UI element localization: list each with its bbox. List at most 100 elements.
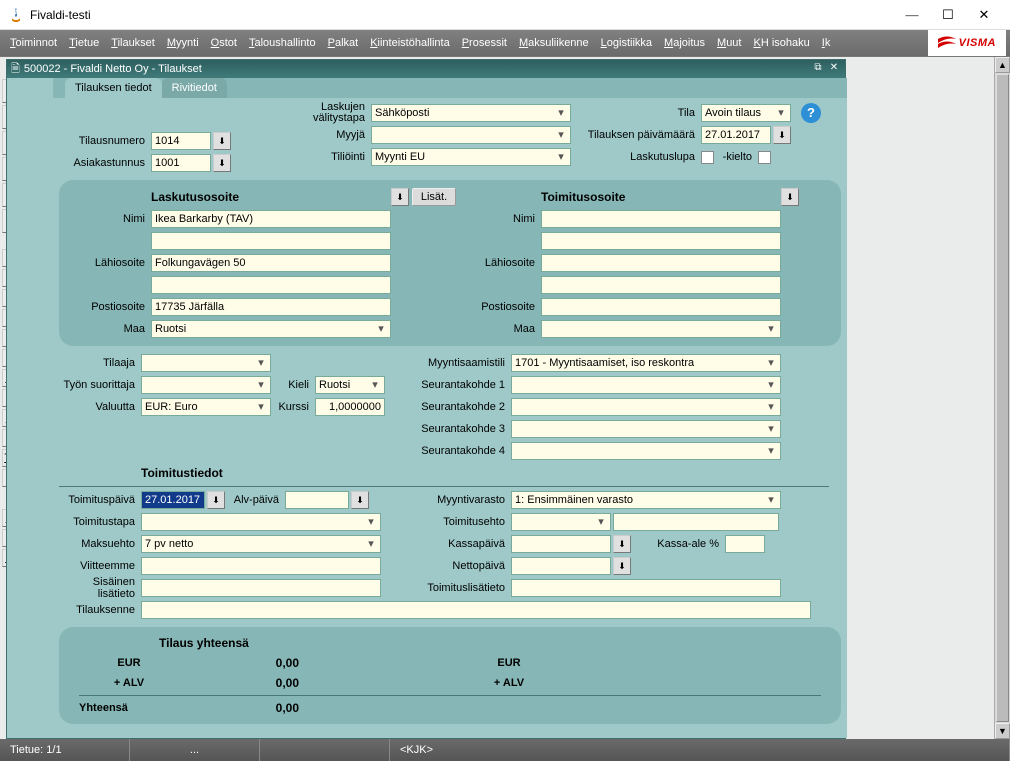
sk1-dropdown[interactable] [511, 376, 781, 394]
tyonsuorittaja-dropdown[interactable] [141, 376, 271, 394]
sum-alv-label: + ALV [79, 677, 179, 689]
toimitusehto-field[interactable] [613, 513, 779, 531]
menu-item[interactable]: Tietue [63, 37, 105, 49]
myyntisaamistili-dropdown[interactable]: 1701 - Myyntisaamiset, iso reskontra [511, 354, 781, 372]
toimituspaiva-lookup[interactable]: ⬇ [207, 491, 225, 509]
toimituslisatieto-field[interactable] [511, 579, 781, 597]
ship-lahiosoite2-field[interactable] [541, 276, 781, 294]
menu-item[interactable]: Prosessit [456, 37, 513, 49]
paivamaara-field[interactable]: 27.01.2017 [701, 126, 771, 144]
window-minimize[interactable]: — [894, 1, 930, 29]
menu-item[interactable]: Tilaukset [105, 37, 161, 49]
tiliointi-dropdown[interactable]: Myynti EU [371, 148, 571, 166]
alvpaiva-lookup[interactable]: ⬇ [351, 491, 369, 509]
asiakastunnus-field[interactable]: 1001 [151, 154, 211, 172]
nettopaiva-field[interactable] [511, 557, 611, 575]
valuutta-dropdown[interactable]: EUR: Euro [141, 398, 271, 416]
menu-item[interactable]: Ostot [205, 37, 243, 49]
toimituspaiva-field[interactable]: 27.01.2017 [141, 491, 205, 509]
status-record: Tietue: 1/1 [0, 739, 130, 761]
status-mid: ... [130, 739, 260, 761]
sk3-label: Seurantakohde 3 [409, 423, 509, 435]
bill-lahiosoite-field[interactable]: Folkungavägen 50 [151, 254, 391, 272]
sk4-label: Seurantakohde 4 [409, 445, 509, 457]
ship-nimi2-field[interactable] [541, 232, 781, 250]
tilausnumero-field[interactable]: 1014 [151, 132, 211, 150]
scroll-up-arrow[interactable]: ▲ [995, 57, 1010, 73]
ship-postiosoite-label: Postiosoite [459, 301, 539, 313]
menu-item[interactable]: Palkat [322, 37, 365, 49]
workspace: 💾 ⟸ ⟹ ◀ 🔍 ✚ LaskuKuittiLäheteTilvahvOsta… [0, 56, 1010, 739]
kielto-checkbox[interactable] [758, 151, 771, 164]
laskutuslupa-checkbox[interactable] [701, 151, 714, 164]
sk3-dropdown[interactable] [511, 420, 781, 438]
internal-close[interactable]: ✕ [827, 62, 841, 76]
scroll-thumb[interactable] [996, 74, 1009, 722]
kassaale-field[interactable] [725, 535, 765, 553]
scroll-down-arrow[interactable]: ▼ [995, 723, 1010, 739]
window-close[interactable]: ✕ [966, 1, 1002, 29]
kassapaiva-lookup[interactable]: ⬇ [613, 535, 631, 553]
sk2-dropdown[interactable] [511, 398, 781, 416]
tab-tilauksen-tiedot[interactable]: Tilauksen tiedot [65, 78, 162, 98]
tab-rivitiedot[interactable]: Rivitiedot [162, 78, 227, 98]
nettopaiva-lookup[interactable]: ⬇ [613, 557, 631, 575]
ship-lahiosoite-label: Lähiosoite [459, 257, 539, 269]
ship-nimi-field[interactable] [541, 210, 781, 228]
bill-nimi-label: Nimi [69, 213, 149, 225]
help-icon[interactable]: ? [801, 103, 821, 123]
java-icon [8, 7, 24, 23]
toimitusehto-dropdown[interactable] [511, 513, 611, 531]
menu-item[interactable]: Logistiikka [595, 37, 658, 49]
menu-item[interactable]: KH isohaku [747, 37, 815, 49]
menu-item[interactable]: Taloushallinto [243, 37, 322, 49]
bill-nimi-field[interactable]: Ikea Barkarby (TAV) [151, 210, 391, 228]
myyja-dropdown[interactable] [371, 126, 571, 144]
menu-item[interactable]: Maksuliikenne [513, 37, 595, 49]
tila-dropdown[interactable]: Avoin tilaus [701, 104, 791, 122]
menu-item[interactable]: Majoitus [658, 37, 711, 49]
viitteemme-label: Viitteemme [59, 560, 139, 572]
lisat-button[interactable]: Lisät. [412, 188, 456, 206]
ship-postiosoite-field[interactable] [541, 298, 781, 316]
sisainen-field[interactable] [141, 579, 381, 597]
viitteemme-field[interactable] [141, 557, 381, 575]
sum-eur-val: 0,00 [179, 656, 299, 670]
menu-item[interactable]: Muut [711, 37, 747, 49]
sk4-dropdown[interactable] [511, 442, 781, 460]
toimitustapa-dropdown[interactable] [141, 513, 381, 531]
ship-lahiosoite-field[interactable] [541, 254, 781, 272]
ship-maa-dropdown[interactable] [541, 320, 781, 338]
alvpaiva-field[interactable] [285, 491, 349, 509]
myyntivarasto-label: Myyntivarasto [409, 494, 509, 506]
bill-maa-label: Maa [69, 323, 149, 335]
internal-window-titlebar: 🗎 500022 - Fivaldi Netto Oy - Tilaukset … [7, 60, 845, 78]
toimitusosoite-expand[interactable]: ⬇ [781, 188, 799, 206]
ship-maa-label: Maa [459, 323, 539, 335]
maksuehto-dropdown[interactable]: 7 pv netto [141, 535, 381, 553]
menu-item[interactable]: Kiinteistöhallinta [364, 37, 456, 49]
laskutusosoite-expand[interactable]: ⬇ [391, 188, 409, 206]
menu-bar: ToiminnotTietueTilauksetMyyntiOstotTalou… [0, 30, 1010, 56]
ship-nimi-label: Nimi [459, 213, 539, 225]
kieli-dropdown[interactable]: Ruotsi [315, 376, 385, 394]
bill-nimi2-field[interactable] [151, 232, 391, 250]
menu-item[interactable]: Ik [816, 37, 837, 49]
tilaaja-dropdown[interactable] [141, 354, 271, 372]
tilausnumero-lookup[interactable]: ⬇ [213, 132, 231, 150]
paivamaara-lookup[interactable]: ⬇ [773, 126, 791, 144]
valitystapa-dropdown[interactable]: Sähköposti [371, 104, 571, 122]
tilauksenne-field[interactable] [141, 601, 811, 619]
menu-item[interactable]: Toiminnot [4, 37, 63, 49]
asiakastunnus-lookup[interactable]: ⬇ [213, 154, 231, 172]
myyntivarasto-dropdown[interactable]: 1: Ensimmäinen varasto [511, 491, 781, 509]
bill-lahiosoite2-field[interactable] [151, 276, 391, 294]
menu-item[interactable]: Myynti [161, 37, 205, 49]
window-maximize[interactable]: ☐ [930, 1, 966, 29]
kassapaiva-field[interactable] [511, 535, 611, 553]
bill-maa-dropdown[interactable]: Ruotsi [151, 320, 391, 338]
internal-restore[interactable]: ⧉ [811, 62, 825, 76]
vertical-scrollbar[interactable]: ▲ ▼ [994, 57, 1010, 739]
bill-postiosoite-field[interactable]: 17735 Järfälla [151, 298, 391, 316]
kurssi-field[interactable]: 1,0000000 [315, 398, 385, 416]
